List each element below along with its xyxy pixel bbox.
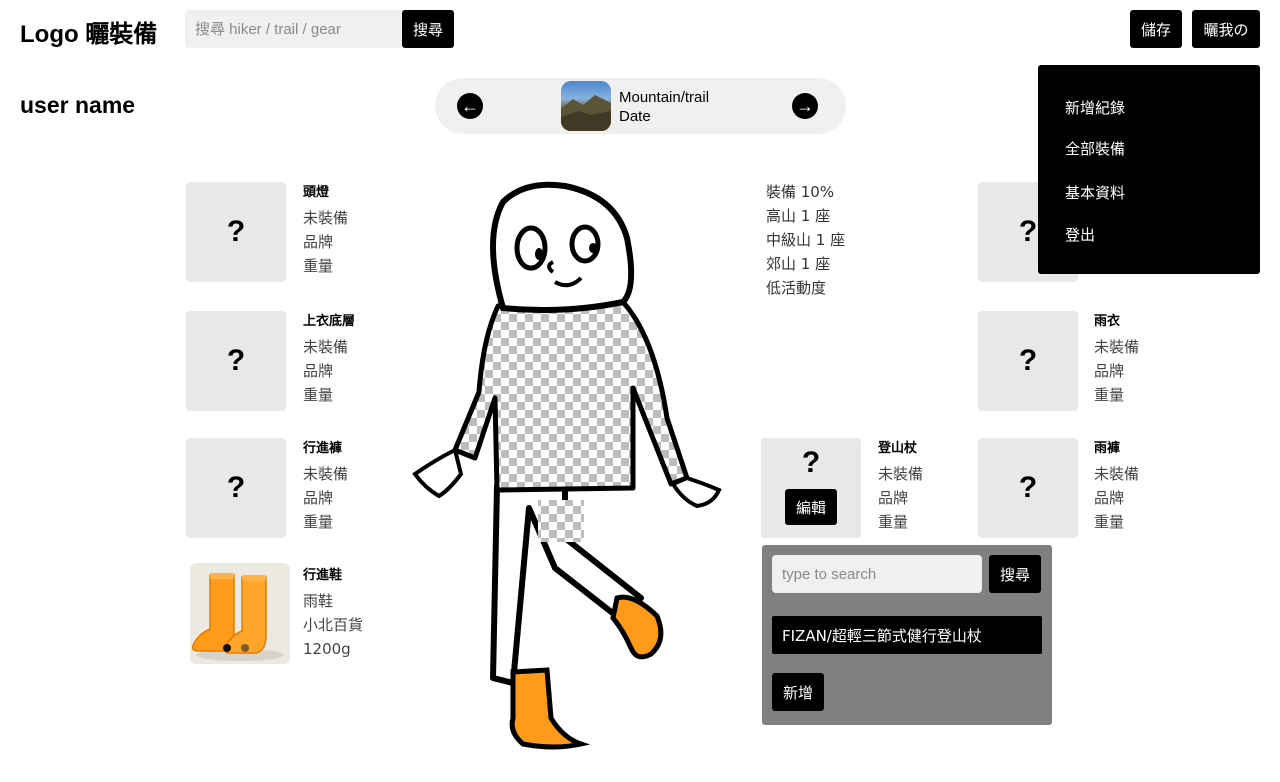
gear-weight: 1200g xyxy=(303,640,351,658)
gear-weight: 重量 xyxy=(303,386,334,404)
gear-brand: 品牌 xyxy=(1094,362,1125,380)
stat-suburban-mountain: 郊山 1 座 xyxy=(766,255,831,273)
gear-status: 雨鞋 xyxy=(303,592,334,610)
gear-brand: 品牌 xyxy=(303,362,334,380)
gear-status: 未裝備 xyxy=(1094,338,1140,356)
menu-item-profile[interactable]: 基本資料 xyxy=(1065,182,1125,203)
gear-title: 上衣底層 xyxy=(303,314,356,329)
gear-brand: 品牌 xyxy=(1094,489,1125,507)
trip-stats: 裝備 10% 高山 1 座 中級山 1 座 郊山 1 座 低活動度 xyxy=(766,180,845,300)
gear-weight: 重量 xyxy=(303,257,334,275)
trip-navigator: ← Mountain/trail Date → xyxy=(435,78,846,134)
stat-mid-mountain: 中級山 1 座 xyxy=(766,231,846,249)
gear-brand: 小北百貨 xyxy=(303,616,364,634)
gear-title: 雨衣 xyxy=(1094,314,1121,329)
gear-status: 未裝備 xyxy=(303,338,349,356)
gear-status: 未裝備 xyxy=(1094,465,1140,483)
gear-brand: 品牌 xyxy=(303,489,334,507)
gear-title: 行進鞋 xyxy=(303,568,343,583)
search-result-item[interactable]: FIZAN/超輕三節式健行登山杖 xyxy=(772,616,1042,654)
gear-weight: 重量 xyxy=(1094,513,1125,531)
gear-card-trekking-pole: 登山杖 未裝備 品牌 重量 xyxy=(878,437,923,534)
arrow-left-icon[interactable]: ← xyxy=(457,93,483,119)
gear-status: 未裝備 xyxy=(303,209,349,227)
gear-weight: 重量 xyxy=(1094,386,1125,404)
gear-image-placeholder[interactable]: ? xyxy=(978,311,1078,411)
gear-weight: 重量 xyxy=(878,513,909,531)
gear-title: 行進褲 xyxy=(303,441,343,456)
gear-search-panel: 搜尋 FIZAN/超輕三節式健行登山杖 新增 xyxy=(762,545,1052,725)
search-input[interactable] xyxy=(185,10,402,48)
menu-item-new-record[interactable]: 新增紀錄 xyxy=(1065,97,1125,118)
trip-date: Date xyxy=(619,108,651,125)
gear-card-rain-pants: 雨褲 未裝備 品牌 重量 xyxy=(1094,437,1139,534)
gear-brand: 品牌 xyxy=(878,489,909,507)
menu-item-logout[interactable]: 登出 xyxy=(1065,224,1095,245)
gear-title: 頭燈 xyxy=(303,185,330,200)
user-name: user name xyxy=(20,92,136,118)
hiker-avatar-illustration xyxy=(412,181,722,750)
stat-gear-percent: 裝備 10% xyxy=(766,183,835,201)
stat-high-mountain: 高山 1 座 xyxy=(766,207,831,225)
gear-brand: 品牌 xyxy=(303,233,334,251)
trip-title: Mountain/trail xyxy=(619,89,710,106)
gear-status: 未裝備 xyxy=(878,465,924,483)
user-menu: 新增紀錄 全部裝備 基本資料 登出 xyxy=(1038,65,1260,274)
stat-activity-level: 低活動度 xyxy=(766,279,827,297)
gear-title: 登山杖 xyxy=(878,441,918,456)
gear-card-shoes: 行進鞋 雨鞋 小北百貨 1200g xyxy=(303,564,363,661)
share-button[interactable]: 曬我の xyxy=(1192,10,1260,48)
gear-card-raincoat: 雨衣 未裝備 品牌 重量 xyxy=(1094,310,1139,407)
menu-item-all-gear[interactable]: 全部裝備 xyxy=(1065,138,1125,159)
carousel-dot-active[interactable] xyxy=(223,644,231,652)
gear-image-placeholder[interactable]: ? xyxy=(186,182,286,282)
gear-search-button[interactable]: 搜尋 xyxy=(989,555,1041,593)
carousel-dot[interactable] xyxy=(241,644,249,652)
gear-title: 雨褲 xyxy=(1094,441,1121,456)
add-gear-button[interactable]: 新增 xyxy=(772,673,824,711)
gear-weight: 重量 xyxy=(303,513,334,531)
edit-button[interactable]: 編輯 xyxy=(785,489,837,525)
gear-image-placeholder[interactable]: ? xyxy=(186,311,286,411)
gear-card-pants: 行進褲 未裝備 品牌 重量 xyxy=(303,437,348,534)
trip-thumbnail xyxy=(561,81,611,131)
search-button[interactable]: 搜尋 xyxy=(402,10,454,48)
gear-status: 未裝備 xyxy=(303,465,349,483)
arrow-right-icon[interactable]: → xyxy=(792,93,818,119)
gear-image-placeholder[interactable]: ? xyxy=(978,438,1078,538)
gear-image-placeholder[interactable]: ? xyxy=(186,438,286,538)
gear-search-input[interactable] xyxy=(772,555,982,593)
app-logo[interactable]: Logo 曬裝備 xyxy=(20,14,157,49)
gear-card-headlamp: 頭燈 未裝備 品牌 重量 xyxy=(303,181,348,278)
rain-boots-image[interactable] xyxy=(190,563,290,664)
gear-card-base-layer: 上衣底層 未裝備 品牌 重量 xyxy=(303,310,355,407)
save-button[interactable]: 儲存 xyxy=(1130,10,1182,48)
